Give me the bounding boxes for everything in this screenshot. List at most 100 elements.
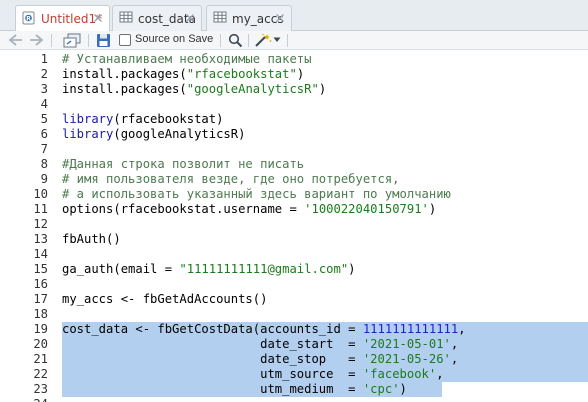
source-on-save-label: Source on Save (135, 33, 214, 45)
code-token: #Данная строка позволит не писать (62, 157, 305, 171)
code-token: cost_data <- fbGetCostData(accounts_id = (62, 322, 363, 336)
tab-cost-data[interactable]: cost_data (112, 5, 202, 31)
code-token: ) (296, 67, 305, 81)
code-token: library (62, 112, 114, 126)
code-token: options(rfacebookstat.username = (62, 202, 305, 216)
code-token: utm_medium = (62, 382, 363, 396)
code-token: '2021-05-01' (362, 337, 451, 351)
svg-text:R: R (26, 15, 31, 22)
search-icon[interactable] (228, 33, 243, 48)
chevron-down-icon[interactable] (273, 37, 281, 43)
code-token: library (62, 127, 114, 141)
code-line[interactable]: ga_auth(email = "11111111111@gmail.com") (62, 262, 356, 277)
code-line[interactable]: library(googleAnalyticsR) (62, 127, 245, 142)
code-token: ga_auth(email = (62, 262, 180, 276)
tab-my-accs[interactable]: my_accs (206, 5, 292, 31)
code-tools-wand-icon[interactable] (254, 33, 272, 48)
code-token: , (450, 337, 459, 351)
code-line[interactable]: cost_data <- fbGetCostData(accounts_id =… (62, 322, 466, 337)
code-token: # а использовать указанный здесь вариант… (62, 187, 451, 201)
line-number: 11 (33, 202, 48, 216)
code-line[interactable]: # Устанавливаем необходимые пакеты (62, 52, 311, 67)
toolbar-divider (51, 34, 52, 47)
close-icon[interactable] (185, 13, 195, 23)
code-token: (rfacebookstat) (113, 112, 224, 126)
code-line[interactable]: utm_source = 'facebook', (62, 367, 444, 382)
code-line[interactable]: # а использовать указанный здесь вариант… (62, 187, 451, 202)
line-number: 24 (0, 397, 48, 402)
code-token: "googleAnalyticsR" (186, 82, 319, 96)
code-line[interactable]: date_start = '2021-05-01', (62, 337, 458, 352)
line-number: 4 (40, 97, 48, 111)
toolbar-divider (220, 34, 221, 47)
tab-untitled1[interactable]: R Untitled1* (15, 5, 110, 32)
forward-arrow-icon[interactable] (28, 33, 44, 47)
line-number: 19 (33, 322, 48, 336)
save-icon[interactable] (96, 33, 111, 48)
line-number: 6 (40, 127, 48, 141)
code-line[interactable]: # имя пользователя везде, где оно потреб… (62, 172, 400, 187)
code-line[interactable]: utm_medium = 'cpc') (62, 382, 407, 397)
code-token: 1111111111111 (362, 322, 459, 336)
code-token: 'cpc' (362, 382, 400, 396)
code-token: , (450, 352, 459, 366)
line-number: 23 (33, 382, 48, 396)
toolbar-divider (248, 34, 249, 47)
code-line[interactable]: install.packages("rfacebookstat") (62, 67, 304, 82)
r-script-icon: R (22, 11, 36, 28)
code-line[interactable]: options(rfacebookstat.username = '100022… (62, 202, 436, 217)
toolbar-divider (287, 34, 288, 47)
line-number: 21 (33, 352, 48, 366)
line-number: 8 (40, 157, 48, 171)
code-token: # имя пользователя везде, где оно потреб… (62, 172, 400, 186)
code-token: "rfacebookstat" (186, 67, 297, 81)
code-token: ) (318, 82, 327, 96)
line-number: 17 (33, 292, 48, 306)
back-arrow-icon[interactable] (8, 33, 24, 47)
close-icon[interactable] (275, 13, 285, 23)
code-token: date_start = (62, 337, 363, 351)
line-number: 3 (40, 82, 48, 96)
code-line[interactable]: #Данная строка позволит не писать (62, 157, 304, 172)
code-token: install.packages( (62, 67, 187, 81)
line-number: 10 (33, 187, 48, 201)
line-number: 9 (40, 172, 48, 186)
line-number: 1 (40, 52, 48, 66)
code-line[interactable]: date_stop = '2021-05-26', (62, 352, 458, 367)
code-token: ) (399, 382, 407, 396)
code-line[interactable]: my_accs <- fbGetAdAccounts() (62, 292, 267, 307)
show-in-new-window-icon[interactable] (63, 33, 81, 48)
line-number: 2 (40, 67, 48, 81)
code-token: fbAuth() (62, 232, 121, 246)
code-token: , (436, 367, 444, 381)
code-token: my_accs <- fbGetAdAccounts() (62, 292, 268, 306)
editor-tab-bar: R Untitled1* cost_data my_accs (0, 0, 588, 32)
line-number: 12 (33, 217, 48, 231)
line-number: 5 (40, 112, 48, 126)
code-token: date_stop = (62, 352, 363, 366)
code-token: , (458, 322, 466, 336)
code-token: utm_source = (62, 367, 363, 381)
source-on-save-checkbox[interactable] (119, 34, 131, 46)
line-number: 18 (33, 307, 48, 321)
line-number: 13 (33, 232, 48, 246)
code-editor[interactable]: 1 # Устанавливаем необходимые пакеты 2 inst… (0, 50, 588, 402)
code-token: ) (428, 202, 437, 216)
code-line[interactable]: install.packages("googleAnalyticsR") (62, 82, 326, 97)
code-token: "11111111111@gmail.com" (179, 262, 349, 276)
line-number: 16 (33, 277, 48, 291)
data-table-icon (119, 10, 133, 27)
data-table-icon (213, 10, 227, 27)
code-line[interactable]: fbAuth() (62, 232, 121, 247)
line-number: 20 (33, 337, 48, 351)
line-number: 22 (33, 367, 48, 381)
code-line[interactable]: library(rfacebookstat) (62, 112, 223, 127)
editor-toolbar: Source on Save (0, 31, 588, 50)
code-token: '100022040150791' (304, 202, 429, 216)
line-number: 7 (40, 142, 48, 156)
code-token: # Устанавливаем необходимые пакеты (62, 52, 312, 66)
code-token: (googleAnalyticsR) (113, 127, 246, 141)
code-token: 'facebook' (362, 367, 437, 381)
line-number: 15 (33, 262, 48, 276)
close-icon[interactable] (93, 13, 103, 23)
